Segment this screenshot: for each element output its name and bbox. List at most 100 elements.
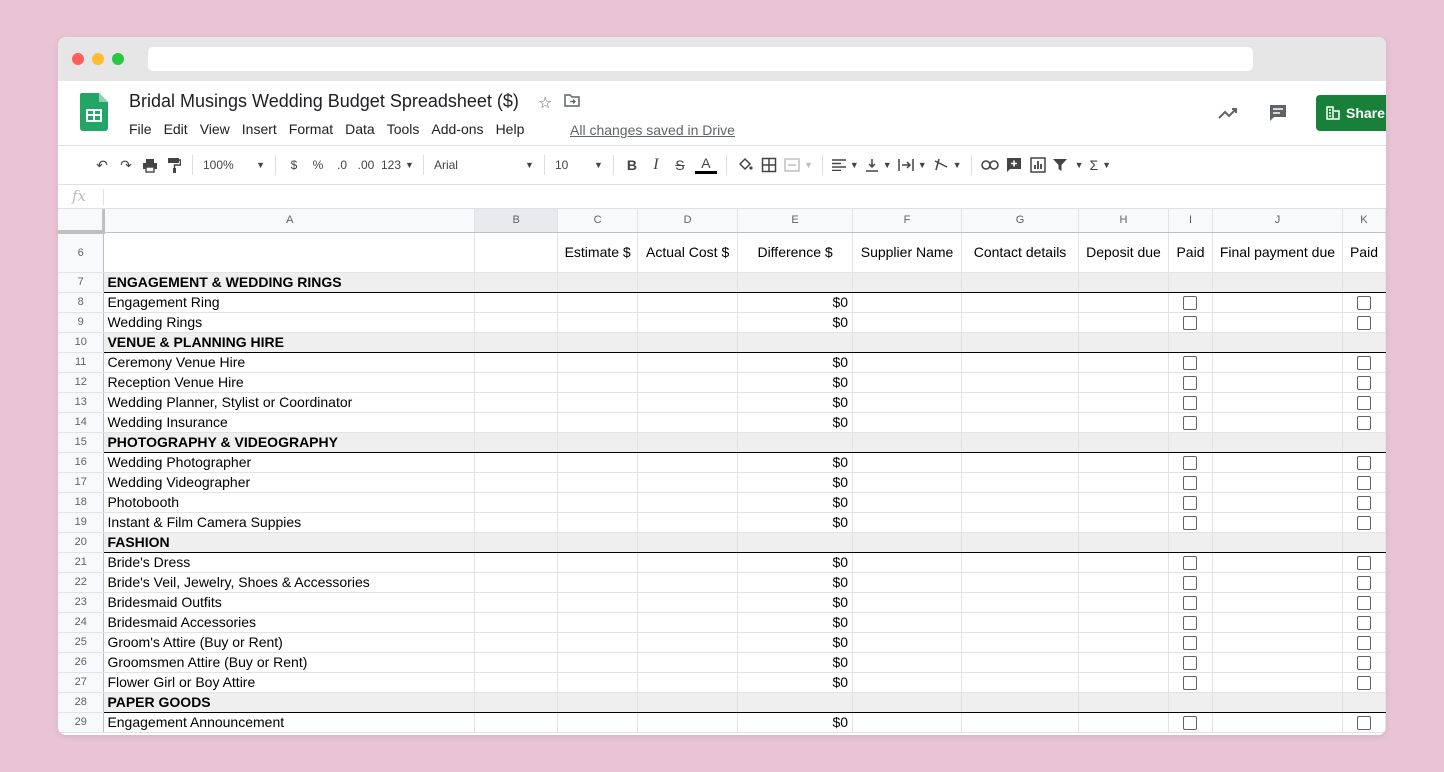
- empty-cell[interactable]: [557, 632, 639, 653]
- paid-cell[interactable]: [1168, 392, 1213, 413]
- row-header[interactable]: 24: [58, 612, 105, 633]
- horizontal-align-icon[interactable]: ▼: [829, 153, 862, 177]
- empty-cell[interactable]: [961, 712, 1079, 733]
- difference-cell[interactable]: $0: [737, 352, 854, 373]
- category-cell[interactable]: VENUE & PLANNING HIRE: [103, 332, 476, 353]
- empty-cell[interactable]: [852, 312, 963, 333]
- minimize-window-button[interactable]: [92, 53, 104, 65]
- empty-cell[interactable]: [557, 692, 639, 713]
- vertical-align-icon[interactable]: ▼: [862, 153, 895, 177]
- row-header[interactable]: 27: [58, 672, 105, 693]
- empty-cell[interactable]: [1212, 432, 1343, 453]
- column-header-e[interactable]: E: [737, 209, 854, 233]
- empty-cell[interactable]: [637, 632, 739, 653]
- paid-checkbox[interactable]: [1183, 656, 1198, 671]
- row-header[interactable]: 17: [58, 472, 105, 493]
- empty-cell[interactable]: [737, 272, 854, 293]
- decrease-decimals-button[interactable]: .0: [330, 153, 354, 177]
- paid-cell[interactable]: [1168, 352, 1213, 373]
- menu-help[interactable]: Help: [496, 121, 525, 137]
- paid-checkbox[interactable]: [1356, 396, 1371, 411]
- empty-cell[interactable]: [961, 372, 1079, 393]
- empty-cell[interactable]: [1168, 692, 1213, 713]
- row-header[interactable]: 29: [58, 712, 105, 733]
- redo-icon[interactable]: ↷: [114, 153, 138, 177]
- empty-cell[interactable]: [961, 352, 1079, 373]
- paid-cell[interactable]: [1342, 592, 1386, 613]
- paid-cell[interactable]: [1342, 352, 1386, 373]
- row-header[interactable]: 22: [58, 572, 105, 593]
- column-title-cell[interactable]: Supplier Name: [852, 232, 963, 273]
- borders-icon[interactable]: [757, 153, 781, 177]
- menu-edit[interactable]: Edit: [164, 121, 188, 137]
- empty-cell[interactable]: [1212, 672, 1343, 693]
- empty-cell[interactable]: [852, 492, 963, 513]
- menu-addons[interactable]: Add-ons: [431, 121, 483, 137]
- empty-cell[interactable]: [1212, 572, 1343, 593]
- menu-view[interactable]: View: [200, 121, 230, 137]
- paid-cell[interactable]: [1168, 372, 1213, 393]
- paid-cell[interactable]: [1168, 292, 1213, 313]
- more-formats-button[interactable]: 123 ▼: [378, 153, 417, 177]
- empty-cell[interactable]: [1078, 672, 1169, 693]
- row-header[interactable]: 14: [58, 412, 105, 433]
- empty-cell[interactable]: [961, 672, 1079, 693]
- empty-cell[interactable]: [637, 392, 739, 413]
- row-header[interactable]: 15: [58, 432, 105, 453]
- column-title-cell[interactable]: Estimate $: [557, 232, 639, 273]
- empty-cell[interactable]: [557, 372, 639, 393]
- empty-cell[interactable]: [557, 332, 639, 353]
- item-cell[interactable]: Reception Venue Hire: [103, 372, 476, 393]
- paid-checkbox[interactable]: [1183, 416, 1198, 431]
- empty-cell[interactable]: [737, 532, 854, 553]
- empty-cell[interactable]: [474, 492, 559, 513]
- empty-cell[interactable]: [1078, 272, 1169, 293]
- difference-cell[interactable]: $0: [737, 552, 854, 573]
- item-cell[interactable]: Ceremony Venue Hire: [103, 352, 476, 373]
- paid-cell[interactable]: [1342, 512, 1386, 533]
- paid-checkbox[interactable]: [1356, 516, 1371, 531]
- difference-cell[interactable]: $0: [737, 512, 854, 533]
- empty-cell[interactable]: [474, 312, 559, 333]
- empty-cell[interactable]: [474, 452, 559, 473]
- paid-cell[interactable]: [1168, 672, 1213, 693]
- empty-cell[interactable]: [1078, 712, 1169, 733]
- empty-cell[interactable]: [737, 332, 854, 353]
- menu-file[interactable]: File: [129, 121, 152, 137]
- empty-cell[interactable]: [1078, 492, 1169, 513]
- paid-checkbox[interactable]: [1183, 496, 1198, 511]
- empty-cell[interactable]: [1342, 432, 1386, 453]
- item-cell[interactable]: Groom's Attire (Buy or Rent): [103, 632, 476, 653]
- empty-cell[interactable]: [1078, 472, 1169, 493]
- close-window-button[interactable]: [72, 53, 84, 65]
- empty-cell[interactable]: [961, 492, 1079, 513]
- formula-bar[interactable]: fx: [58, 185, 1386, 209]
- empty-cell[interactable]: [637, 292, 739, 313]
- item-cell[interactable]: Wedding Rings: [103, 312, 476, 333]
- empty-cell[interactable]: [474, 432, 559, 453]
- empty-cell[interactable]: [474, 352, 559, 373]
- empty-cell[interactable]: [1078, 572, 1169, 593]
- fill-color-icon[interactable]: [733, 153, 757, 177]
- column-title-cell[interactable]: [474, 232, 559, 273]
- paid-cell[interactable]: [1342, 492, 1386, 513]
- menu-data[interactable]: Data: [345, 121, 375, 137]
- paid-cell[interactable]: [1342, 632, 1386, 653]
- paid-cell[interactable]: [1342, 452, 1386, 473]
- paid-cell[interactable]: [1342, 292, 1386, 313]
- paid-checkbox[interactable]: [1183, 516, 1198, 531]
- empty-cell[interactable]: [1078, 292, 1169, 313]
- empty-cell[interactable]: [737, 692, 854, 713]
- empty-cell[interactable]: [637, 472, 739, 493]
- empty-cell[interactable]: [961, 332, 1079, 353]
- sheets-logo-icon[interactable]: [80, 93, 108, 131]
- paid-checkbox[interactable]: [1183, 356, 1198, 371]
- paid-cell[interactable]: [1342, 672, 1386, 693]
- empty-cell[interactable]: [474, 572, 559, 593]
- empty-cell[interactable]: [474, 552, 559, 573]
- empty-cell[interactable]: [474, 392, 559, 413]
- empty-cell[interactable]: [852, 472, 963, 493]
- paid-checkbox[interactable]: [1183, 556, 1198, 571]
- paid-checkbox[interactable]: [1183, 616, 1198, 631]
- empty-cell[interactable]: [961, 632, 1079, 653]
